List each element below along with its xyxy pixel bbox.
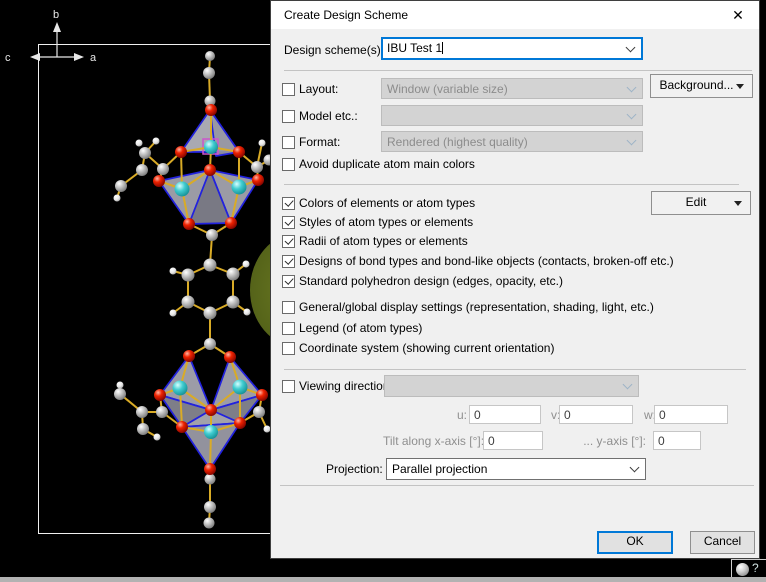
projection-combo[interactable]: Parallel projection	[386, 458, 646, 480]
avoid-duplicate-label: Avoid duplicate atom main colors	[299, 157, 475, 171]
option-row-bond-designs: Designs of bond types and bond-like obje…	[282, 254, 674, 268]
avoid-duplicate-checkbox[interactable]	[282, 158, 295, 171]
colors-checkbox[interactable]	[282, 197, 295, 210]
design-scheme-combo[interactable]: IBU Test 1	[381, 37, 643, 60]
viewing-direction-label: Viewing direction:	[299, 379, 393, 393]
chevron-down-icon	[623, 380, 633, 390]
projection-value: Parallel projection	[392, 462, 487, 476]
v-field: 0	[559, 405, 633, 424]
atom-sphere-icon[interactable]	[736, 563, 749, 576]
chevron-down-icon	[627, 135, 637, 145]
ok-button[interactable]: OK	[597, 531, 673, 554]
background-button[interactable]: Background...	[650, 74, 753, 98]
option-row-polyhedron: Standard polyhedron design (edges, opaci…	[282, 274, 563, 288]
format-checkbox[interactable]	[282, 136, 295, 149]
dialog-title: Create Design Scheme	[284, 1, 408, 29]
edit-button[interactable]: Edit	[651, 191, 751, 215]
u-field: 0	[469, 405, 541, 424]
viewing-direction-combo	[384, 375, 639, 397]
help-question-mark: ?	[752, 561, 759, 575]
radii-label: Radii of atom types or elements	[299, 234, 468, 248]
option-row-radii: Radii of atom types or elements	[282, 234, 468, 248]
chevron-down-icon	[627, 82, 637, 92]
model-row: Model etc.:	[282, 109, 358, 123]
colors-label: Colors of elements or atom types	[299, 196, 475, 210]
tilt-y-field: 0	[653, 431, 701, 450]
cancel-button[interactable]: Cancel	[690, 531, 755, 554]
dialog-titlebar[interactable]: Create Design Scheme ✕	[271, 1, 759, 29]
styles-label: Styles of atom types or elements	[299, 215, 473, 229]
format-value: Rendered (highest quality)	[387, 135, 528, 149]
text-caret	[442, 42, 443, 54]
projection-label: Projection:	[326, 462, 383, 476]
separator	[284, 184, 739, 185]
axis-label-c: c	[5, 52, 11, 64]
global-settings-checkbox[interactable]	[282, 301, 295, 314]
window-bottom-edge	[0, 577, 766, 582]
option-row-global-settings: General/global display settings (represe…	[282, 300, 654, 314]
axis-label-a: a	[90, 52, 97, 64]
bond-designs-label: Designs of bond types and bond-like obje…	[299, 254, 674, 268]
unit-cell-outline	[38, 44, 271, 534]
design-scheme-label: Design scheme(s):	[284, 43, 384, 57]
tilt-x-field: 0	[483, 431, 543, 450]
application-window: b a c	[0, 0, 766, 582]
orientation-axes: b a c	[5, 9, 97, 64]
u-label: u:	[457, 408, 467, 422]
chevron-down-icon[interactable]	[626, 42, 636, 52]
option-row-coordinate-system: Coordinate system (showing current orien…	[282, 341, 554, 355]
legend-label: Legend (of atom types)	[299, 321, 422, 335]
layout-combo: Window (variable size)	[381, 78, 643, 99]
layout-row: Layout:	[282, 82, 338, 96]
chevron-down-icon[interactable]	[630, 463, 640, 473]
separator	[280, 485, 754, 486]
layout-label: Layout:	[299, 82, 338, 96]
format-label: Format:	[299, 135, 340, 149]
help-panel: ?	[731, 559, 766, 579]
create-design-scheme-dialog: Create Design Scheme ✕ Design scheme(s):…	[270, 0, 760, 559]
layout-checkbox[interactable]	[282, 83, 295, 96]
bond-designs-checkbox[interactable]	[282, 255, 295, 268]
viewing-direction-row: Viewing direction:	[282, 379, 393, 393]
model-checkbox[interactable]	[282, 110, 295, 123]
layout-value: Window (variable size)	[387, 82, 508, 96]
coordinate-system-checkbox[interactable]	[282, 342, 295, 355]
tilt-x-label: Tilt along x-axis [°]:	[383, 434, 478, 448]
coordinate-system-label: Coordinate system (showing current orien…	[299, 341, 554, 355]
tilt-y-label: ... y-axis [°]:	[579, 434, 646, 448]
radii-checkbox[interactable]	[282, 235, 295, 248]
option-row-legend: Legend (of atom types)	[282, 321, 422, 335]
global-settings-label: General/global display settings (represe…	[299, 300, 654, 314]
w-field: 0	[654, 405, 728, 424]
polyhedron-label: Standard polyhedron design (edges, opaci…	[299, 274, 563, 288]
option-row-styles: Styles of atom types or elements	[282, 215, 473, 229]
separator	[284, 70, 752, 71]
legend-checkbox[interactable]	[282, 322, 295, 335]
option-row-colors: Colors of elements or atom types	[282, 196, 475, 210]
dropdown-arrow-icon	[734, 201, 742, 206]
model-label: Model etc.:	[299, 109, 358, 123]
viewing-direction-checkbox[interactable]	[282, 380, 295, 393]
separator	[284, 369, 746, 370]
design-scheme-value: IBU Test 1	[387, 41, 442, 55]
axis-label-b: b	[53, 9, 59, 21]
format-row: Format:	[282, 135, 340, 149]
chevron-down-icon	[627, 109, 637, 119]
model-combo	[381, 105, 643, 126]
close-icon[interactable]: ✕	[728, 5, 748, 25]
polyhedron-checkbox[interactable]	[282, 275, 295, 288]
styles-checkbox[interactable]	[282, 216, 295, 229]
avoid-duplicate-row: Avoid duplicate atom main colors	[282, 157, 475, 171]
dropdown-arrow-icon	[736, 84, 744, 89]
format-combo: Rendered (highest quality)	[381, 131, 643, 152]
